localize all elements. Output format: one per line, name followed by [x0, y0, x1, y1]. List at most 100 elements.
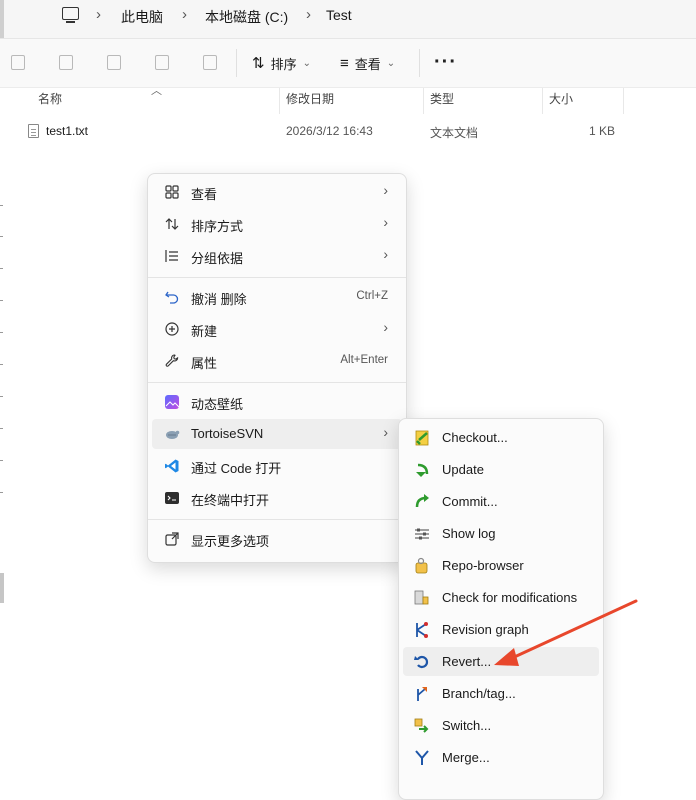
svn-item-check-modifications[interactable]: Check for modifications — [403, 583, 599, 612]
svn-item-update[interactable]: Update — [403, 455, 599, 484]
check-modifications-icon — [414, 590, 429, 605]
svn-item-label: Repo-browser — [442, 558, 524, 573]
menu-item-group-by[interactable]: 分组依据 › — [152, 241, 402, 271]
menu-item-live-wallpaper[interactable]: 动态壁纸 — [152, 387, 402, 417]
nav-pane-tick — [0, 332, 3, 333]
menu-separator — [148, 519, 406, 520]
sort-button[interactable]: ⇅ 排序 ⌄ — [252, 52, 311, 74]
column-header-modified[interactable]: 修改日期 — [286, 90, 334, 114]
sort-icon: ⇅ — [252, 55, 265, 72]
svn-item-label: Checkout... — [442, 430, 508, 445]
menu-item-label: 撤消 删除 — [191, 292, 247, 307]
breadcrumb-test[interactable]: Test — [326, 7, 352, 23]
nav-pane-tick — [0, 364, 3, 365]
nav-pane-tick — [0, 205, 3, 206]
delete-icon[interactable] — [203, 55, 217, 70]
update-icon — [416, 463, 429, 477]
toolbar-divider — [419, 49, 420, 77]
menu-item-properties[interactable]: 属性 Alt+Enter — [152, 346, 402, 376]
switch-icon — [414, 718, 429, 733]
file-name: test1.txt — [46, 124, 89, 138]
menu-item-label: 显示更多选项 — [191, 534, 270, 549]
open-external-icon — [165, 532, 179, 546]
breadcrumb-this-pc[interactable]: 此电脑 — [121, 7, 163, 27]
menu-item-view[interactable]: 查看 › — [152, 177, 402, 207]
menu-item-open-in-terminal[interactable]: 在终端中打开 — [152, 483, 402, 513]
svn-item-label: Switch... — [442, 718, 492, 733]
menu-item-undo-delete[interactable]: 撤消 删除 Ctrl+Z — [152, 282, 402, 312]
more-options-button[interactable]: ··· — [434, 51, 457, 74]
menu-item-tortoisesvn[interactable]: TortoiseSVN › — [152, 419, 402, 449]
svn-item-label: Revision graph — [442, 622, 529, 637]
plus-circle-icon — [165, 322, 179, 336]
sort-label: 排序 — [270, 56, 297, 72]
svn-item-branch-tag[interactable]: Branch/tag... — [403, 679, 599, 708]
file-modified: 2026/3/12 16:43 — [286, 124, 373, 138]
menu-item-label: 新建 — [191, 324, 218, 339]
chevron-right-icon[interactable]: › — [182, 6, 187, 23]
svn-item-revert[interactable]: Revert... — [403, 647, 599, 676]
nav-pane-tick — [0, 236, 3, 237]
column-header-type[interactable]: 类型 — [430, 90, 454, 114]
view-button[interactable]: ≡ 查看 ⌄ — [340, 52, 395, 74]
svn-item-show-log[interactable]: Show log — [403, 519, 599, 548]
menu-item-label: 分组依据 — [191, 251, 244, 266]
chevron-right-icon: › — [383, 182, 388, 198]
merge-icon — [415, 750, 429, 765]
menu-item-show-more-options[interactable]: 显示更多选项 — [152, 524, 402, 554]
toolbar-divider — [236, 49, 237, 77]
column-divider[interactable] — [279, 88, 280, 114]
this-pc-icon[interactable] — [62, 7, 79, 23]
terminal-icon — [165, 492, 179, 504]
shortcut-label: Alt+Enter — [340, 354, 388, 366]
column-header-name[interactable]: 名称 — [38, 90, 62, 114]
menu-item-label: TortoiseSVN — [191, 426, 264, 441]
address-bar[interactable]: › 此电脑 › 本地磁盘 (C:) › Test — [0, 0, 696, 39]
nav-pane-scrollbar[interactable] — [0, 573, 4, 603]
chevron-right-icon[interactable]: › — [306, 6, 311, 23]
menu-item-new[interactable]: 新建 › — [152, 314, 402, 344]
svn-item-repo-browser[interactable]: Repo-browser — [403, 551, 599, 580]
copy-icon[interactable] — [11, 55, 25, 70]
svn-item-label: Commit... — [442, 494, 498, 509]
file-type: 文本文档 — [430, 126, 479, 140]
menu-item-open-with-code[interactable]: 通过 Code 打开 — [152, 451, 402, 481]
nav-pane-tick — [0, 460, 3, 461]
menu-item-label: 通过 Code 打开 — [191, 461, 282, 476]
menu-item-label: 排序方式 — [191, 219, 244, 234]
menu-separator — [148, 382, 406, 383]
tortoisesvn-icon — [166, 430, 180, 439]
svn-item-revision-graph[interactable]: Revision graph — [403, 615, 599, 644]
svn-item-switch[interactable]: Switch... — [403, 711, 599, 740]
revert-icon — [414, 655, 429, 669]
menu-item-label: 动态壁纸 — [191, 397, 244, 412]
menu-item-label: 查看 — [191, 187, 218, 202]
context-menu: 查看 › 排序方式 › 分组依据 › 撤消 删除 Ctrl+Z 新建 › 属性 … — [147, 173, 407, 563]
tortoisesvn-submenu: Checkout... Update Commit... Show log Re… — [398, 418, 604, 800]
commit-icon — [415, 494, 429, 508]
column-divider[interactable] — [423, 88, 424, 114]
svn-item-checkout[interactable]: Checkout... — [403, 423, 599, 452]
vscode-icon — [165, 459, 179, 473]
column-header-size[interactable]: 大小 — [549, 90, 573, 114]
chevron-right-icon[interactable]: › — [96, 6, 101, 23]
group-list-icon — [165, 250, 178, 262]
text-file-icon — [28, 124, 39, 138]
rename-icon[interactable] — [107, 55, 121, 70]
svn-item-label: Show log — [442, 526, 496, 541]
paste-icon[interactable] — [59, 55, 73, 70]
checkout-icon — [415, 430, 429, 446]
share-icon[interactable] — [155, 55, 169, 70]
menu-item-sort-by[interactable]: 排序方式 › — [152, 209, 402, 239]
chevron-right-icon: › — [383, 319, 388, 335]
svn-item-merge[interactable]: Merge... — [403, 743, 599, 772]
nav-pane-tick — [0, 492, 3, 493]
revision-graph-icon — [416, 622, 428, 638]
column-divider[interactable] — [542, 88, 543, 114]
breadcrumb-local-disk[interactable]: 本地磁盘 (C:) — [205, 7, 288, 27]
nav-pane-tick — [0, 300, 3, 301]
wrench-icon — [165, 354, 179, 367]
column-divider[interactable] — [623, 88, 624, 114]
svn-item-commit[interactable]: Commit... — [403, 487, 599, 516]
sort-ascending-icon: ︿ — [151, 85, 162, 97]
